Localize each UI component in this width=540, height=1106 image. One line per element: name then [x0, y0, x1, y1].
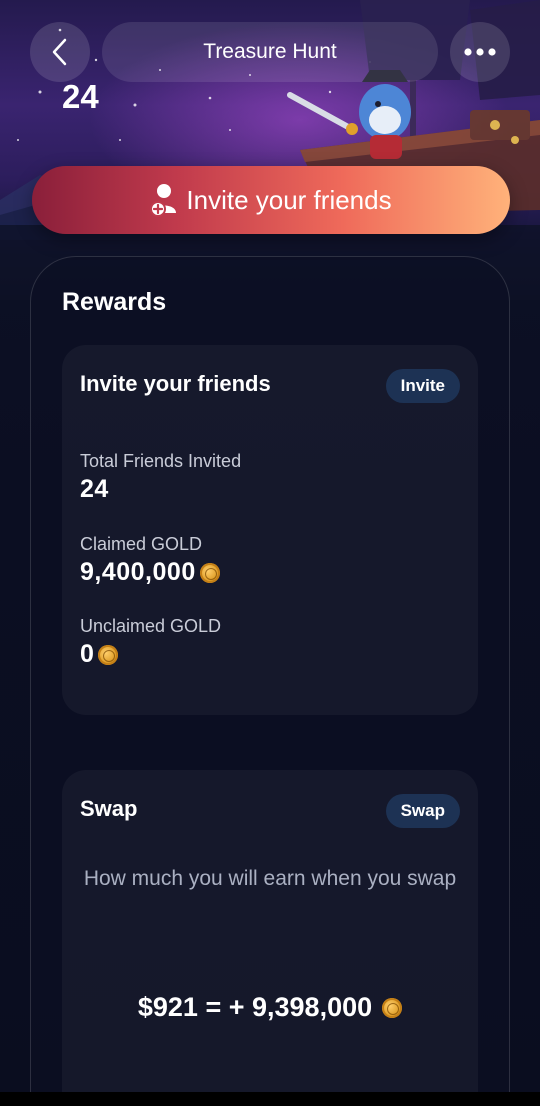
unclaimed-gold-value: 0 [80, 640, 119, 669]
swap-gold-value: 9,398,000 [252, 992, 373, 1022]
gold-coin-icon [199, 562, 220, 583]
chevron-left-icon [52, 38, 67, 66]
claimed-gold-label: Claimed GOLD [80, 534, 203, 554]
unclaimed-gold-label: Unclaimed GOLD [80, 616, 222, 636]
invite-friends-button[interactable]: Invite your friends [32, 166, 510, 234]
rewards-title: Rewards [62, 288, 167, 316]
invite-button[interactable]: Invite [385, 369, 460, 403]
swap-card-title: Swap [80, 796, 138, 821]
swap-usd-value: $921 [137, 992, 198, 1022]
invite-card: Invite your friends Invite Total Friends… [62, 345, 478, 715]
swap-card: Swap Swap How much you will earn when yo… [62, 770, 478, 1106]
swap-estimate: $921 = + 9,398,000 [62, 992, 478, 1023]
system-nav-bar [0, 1092, 540, 1106]
unclaimed-gold-number: 0 [80, 640, 95, 668]
invite-friends-label: Invite your friends [186, 184, 392, 215]
gold-coin-icon [382, 997, 403, 1018]
invite-card-title: Invite your friends [80, 371, 271, 396]
claimed-gold-value: 9,400,000 [80, 558, 220, 587]
friends-count-header: 24 [62, 78, 99, 115]
title-pill: Treasure Hunt [102, 22, 438, 82]
gold-coin-icon [98, 644, 119, 665]
more-button[interactable] [450, 22, 510, 82]
back-button[interactable] [30, 22, 90, 82]
total-friends-value: 24 [80, 475, 109, 504]
add-user-icon [150, 184, 177, 217]
swap-description: How much you will earn when you swap [83, 867, 457, 890]
page-title: Treasure Hunt [203, 40, 337, 63]
swap-button[interactable]: Swap [385, 794, 460, 828]
treasure-hunt-screen: Treasure Hunt 24 Invite your friends Rew… [0, 0, 540, 1106]
total-friends-number: 24 [80, 475, 109, 503]
claimed-gold-number: 9,400,000 [80, 558, 196, 586]
total-friends-label: Total Friends Invited [80, 451, 242, 471]
swap-equals-sign: = + [197, 992, 252, 1022]
more-dots-icon [464, 48, 496, 56]
